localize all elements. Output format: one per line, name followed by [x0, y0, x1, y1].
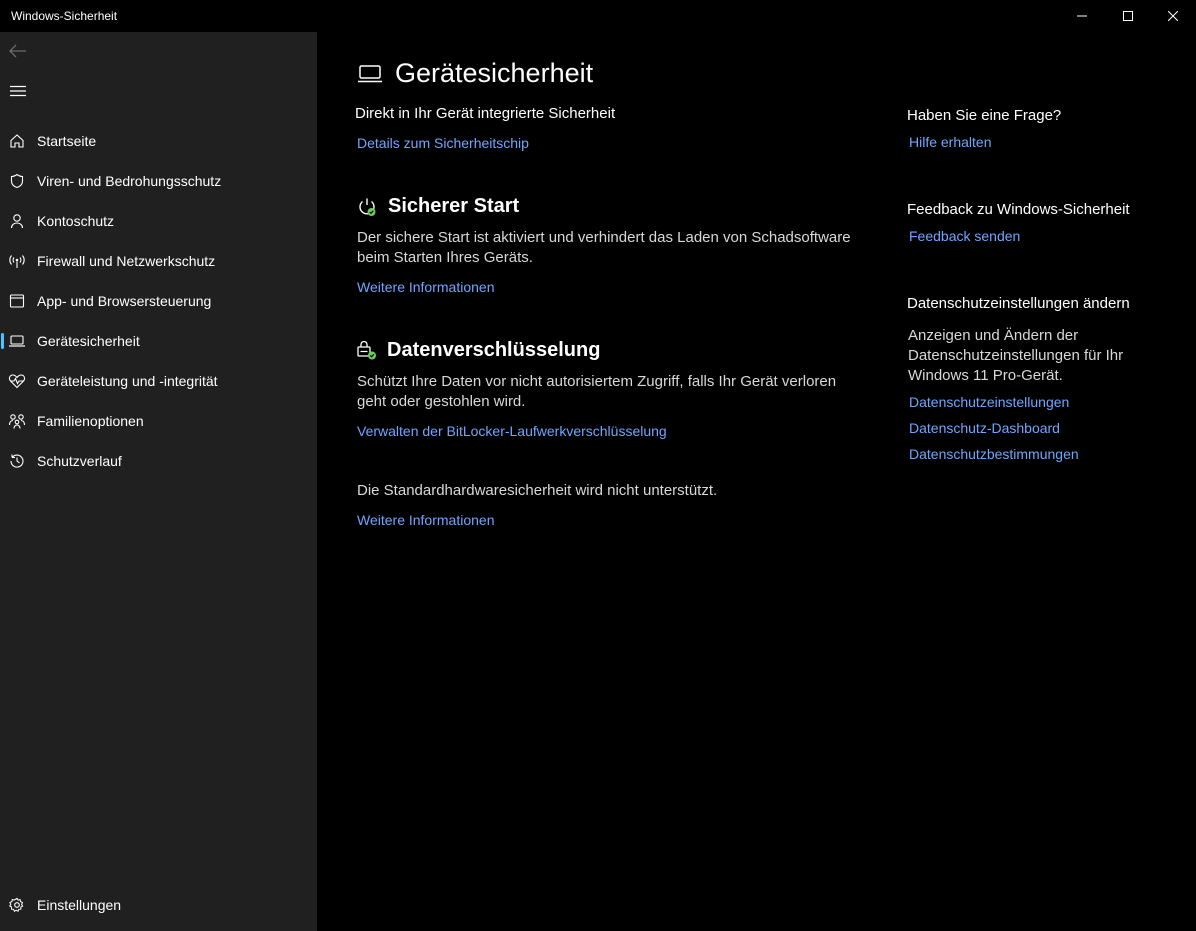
history-icon — [7, 451, 27, 471]
back-button[interactable] — [7, 40, 29, 62]
window-title: Windows-Sicherheit — [11, 9, 118, 23]
menu-button[interactable] — [7, 80, 29, 102]
sidebar-item-label: Geräteleistung und -integrität — [37, 373, 218, 389]
sidebar-item-label: Gerätesicherheit — [37, 333, 140, 349]
settings-label: Einstellungen — [37, 897, 122, 913]
get-help-link[interactable]: Hilfe erhalten — [909, 134, 992, 150]
sidebar-item-schutzverlauf[interactable]: Schutzverlauf — [0, 443, 317, 479]
sidebar: Startseite Viren- und Bedrohungsschutz K… — [0, 32, 317, 931]
security-chip-details-link[interactable]: Details zum Sicherheitschip — [357, 135, 529, 151]
minimize-button[interactable] — [1059, 0, 1105, 32]
encryption-description: Schützt Ihre Daten vor nicht autorisiert… — [357, 373, 837, 410]
privacy-dashboard-link[interactable]: Datenschutz-Dashboard — [909, 420, 1060, 436]
page-title-text: Gerätesicherheit — [395, 58, 594, 88]
secure-boot-description: Der sichere Start ist aktiviert und verh… — [357, 229, 851, 266]
sidebar-item-label: Kontoschutz — [37, 213, 115, 229]
hardware-more-info-link[interactable]: Weitere Informationen — [357, 512, 494, 528]
family-icon — [7, 411, 27, 431]
secure-boot-title: Sicherer Start — [388, 195, 520, 217]
privacy-statement-link[interactable]: Datenschutzbestimmungen — [909, 446, 1079, 462]
laptop-icon — [7, 331, 27, 351]
encryption-title: Datenverschlüsselung — [387, 339, 601, 361]
sidebar-item-geraetesicherheit[interactable]: Gerätesicherheit — [0, 323, 317, 359]
main-content: Gerätesicherheit Direkt in Ihr Gerät int… — [317, 32, 1196, 931]
person-icon — [7, 211, 27, 231]
sidebar-item-geraeteleistung[interactable]: Geräteleistung und -integrität — [0, 363, 317, 399]
gear-icon — [7, 895, 27, 915]
heart-pulse-icon — [7, 371, 27, 391]
sidebar-item-startseite[interactable]: Startseite — [0, 123, 317, 159]
sidebar-item-label: Schutzverlauf — [37, 453, 122, 469]
hardware-security-status: Die Standardhardwaresicherheit wird nich… — [357, 482, 718, 499]
sidebar-item-familienoptionen[interactable]: Familienoptionen — [0, 403, 317, 439]
secure-boot-more-info-link[interactable]: Weitere Informationen — [357, 279, 494, 295]
maximize-button[interactable] — [1105, 0, 1151, 32]
close-button[interactable] — [1150, 0, 1196, 32]
feedback-heading: Feedback zu Windows-Sicherheit — [907, 201, 1130, 218]
encryption-heading: Datenverschlüsselung — [357, 339, 600, 362]
page-subtitle: Direkt in Ihr Gerät integrierte Sicherhe… — [355, 105, 616, 122]
antenna-icon — [7, 251, 27, 271]
home-icon — [7, 131, 27, 151]
lock-check-icon — [357, 340, 377, 361]
privacy-settings-link[interactable]: Datenschutzeinstellungen — [909, 394, 1069, 410]
close-icon — [1168, 11, 1178, 21]
back-arrow-icon — [9, 44, 26, 58]
sidebar-item-label: Familienoptionen — [37, 413, 144, 429]
bitlocker-manage-link[interactable]: Verwalten der BitLocker-Laufwerkverschlü… — [357, 423, 667, 439]
privacy-description: Anzeigen und Ändern der Datenschutzeinst… — [908, 327, 1124, 384]
question-heading: Haben Sie eine Frage? — [907, 107, 1062, 124]
sidebar-item-einstellungen[interactable]: Einstellungen — [0, 887, 317, 923]
privacy-heading: Datenschutzeinstellungen ändern — [907, 295, 1130, 312]
hamburger-icon — [10, 85, 26, 97]
title-bar: Windows-Sicherheit — [0, 0, 1196, 32]
power-check-icon — [357, 197, 377, 217]
sidebar-item-label: App- und Browsersteuerung — [37, 293, 212, 309]
sidebar-item-app-browser[interactable]: App- und Browsersteuerung — [0, 283, 317, 319]
sidebar-item-kontoschutz[interactable]: Kontoschutz — [0, 203, 317, 239]
secure-boot-heading: Sicherer Start — [357, 195, 519, 218]
sidebar-item-label: Viren- und Bedrohungsschutz — [37, 173, 222, 189]
minimize-icon — [1077, 15, 1087, 17]
sidebar-item-label: Startseite — [37, 133, 97, 149]
page-title: Gerätesicherheit — [357, 58, 593, 89]
sidebar-item-label: Firewall und Netzwerkschutz — [37, 253, 216, 269]
sidebar-item-firewall[interactable]: Firewall und Netzwerkschutz — [0, 243, 317, 279]
browser-icon — [7, 291, 27, 311]
sidebar-item-viren[interactable]: Viren- und Bedrohungsschutz — [0, 163, 317, 199]
shield-icon — [7, 171, 27, 191]
laptop-icon — [357, 64, 383, 84]
send-feedback-link[interactable]: Feedback senden — [909, 228, 1020, 244]
maximize-icon — [1123, 11, 1133, 21]
